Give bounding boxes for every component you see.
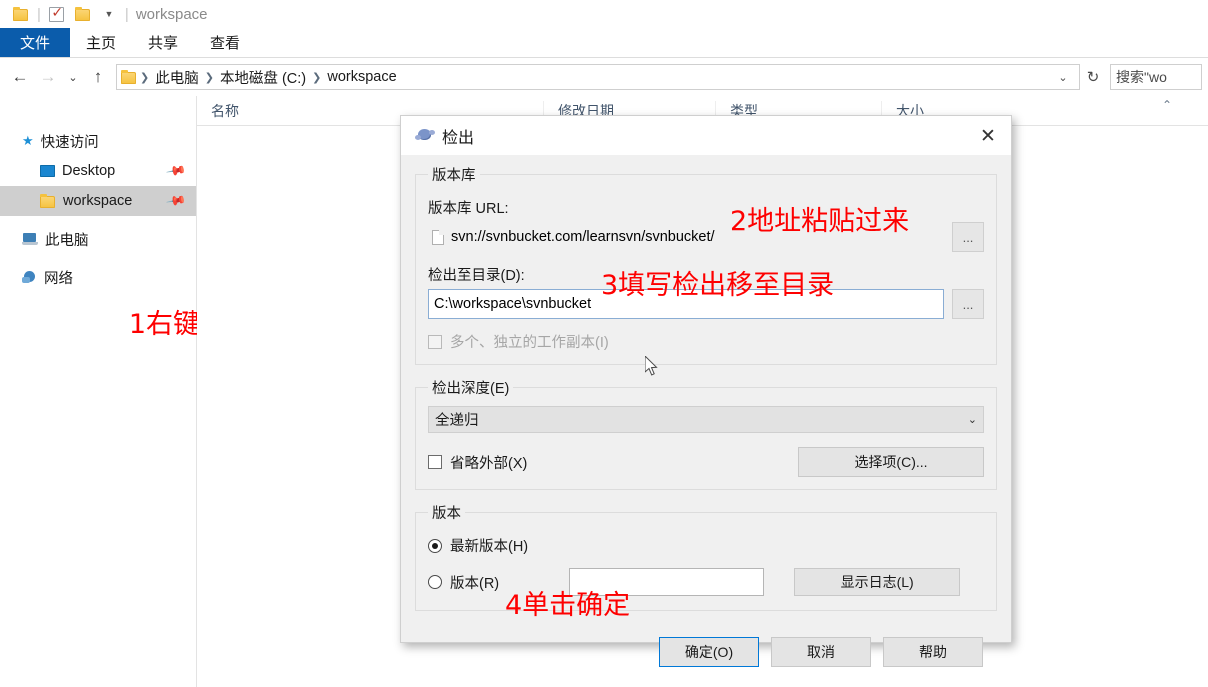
revision-group: 版本 最新版本(H) 版本(R) 显示日志(L) (415, 502, 997, 611)
tab-home[interactable]: 主页 (70, 28, 132, 57)
sidebar-label-this-pc: 此电脑 (45, 232, 89, 249)
address-bar-row: ← → ⌄ ↑ ❯ 此电脑 ❯ 本地磁盘 (C:) ❯ workspace ⌄ … (0, 58, 1208, 96)
dir-browse-button[interactable]: ... (952, 289, 984, 319)
help-button[interactable]: 帮助 (883, 637, 983, 667)
pin-icon[interactable]: 📌 (165, 190, 187, 212)
depth-options-row: 省略外部(X) 选择项(C)... (428, 447, 984, 477)
breadcrumb-workspace[interactable]: workspace (324, 69, 399, 85)
annotation-2: 2地址粘贴过来 (730, 206, 910, 237)
page-icon (432, 229, 444, 245)
repository-group: 版本库 版本库 URL: svn://svnbucket.com/learnsv… (415, 164, 997, 365)
multiple-wc-row[interactable]: 多个、独立的工作副本(I) (428, 331, 984, 352)
address-folder-icon (121, 70, 137, 84)
breadcrumb-sep-1: ❯ (204, 71, 214, 84)
dialog-footer: 确定(O) 取消 帮助 (415, 623, 997, 667)
multiple-wc-label: 多个、独立的工作副本(I) (450, 335, 609, 351)
sidebar-item-network[interactable]: 网络 (0, 262, 196, 292)
depth-value: 全递归 (435, 413, 479, 429)
dialog-title: 检出 (442, 129, 475, 147)
annotation-4: 4单击确定 (505, 590, 631, 621)
tortoisesvn-turtle-icon (415, 127, 435, 144)
file-explorer-window: | ▼ | workspace 文件 主页 共享 查看 ← → ⌄ ↑ ❯ 此电… (0, 0, 1208, 687)
tab-view[interactable]: 查看 (194, 28, 256, 57)
up-icon[interactable]: ↑ (84, 62, 112, 92)
window-title: workspace (135, 5, 208, 23)
head-revision-label: 最新版本(H) (450, 539, 529, 555)
address-dropdown-icon[interactable]: ⌄ (1051, 71, 1075, 84)
navigation-pane: ★ 快速访问 Desktop 📌 workspace 📌 此电脑 网络 (0, 96, 308, 687)
dialog-title-bar[interactable]: 检出 ✕ (401, 116, 1011, 156)
depth-group: 检出深度(E) 全递归 ⌄ 省略外部(X) 选择项(C)... (415, 377, 997, 490)
star-icon: ★ (22, 133, 34, 148)
repository-group-legend: 版本库 (432, 168, 476, 184)
network-icon (22, 270, 37, 284)
document-check-icon[interactable] (44, 1, 70, 27)
sidebar-item-this-pc[interactable]: 此电脑 (0, 224, 196, 254)
omit-externals-checkbox[interactable] (428, 455, 442, 469)
recent-locations-icon[interactable]: ⌄ (62, 62, 84, 92)
omit-externals-row[interactable]: 省略外部(X) (428, 452, 527, 473)
annotation-3: 3填写检出移至目录 (601, 270, 835, 301)
sidebar-item-workspace[interactable]: workspace 📌 (0, 186, 196, 216)
show-log-button[interactable]: 显示日志(L) (794, 568, 961, 596)
folder-icon (40, 194, 56, 208)
chevron-down-icon: ⌄ (967, 414, 977, 426)
title-separator: | (37, 5, 41, 23)
dialog-body: 版本库 版本库 URL: svn://svnbucket.com/learnsv… (401, 156, 1011, 667)
multiple-wc-checkbox[interactable] (428, 334, 442, 349)
sidebar-label-network: 网络 (44, 270, 73, 287)
breadcrumb-local-disk[interactable]: 本地磁盘 (C:) (217, 67, 309, 88)
depth-group-legend: 检出深度(E) (432, 381, 510, 397)
options-button[interactable]: 选择项(C)... (798, 447, 984, 477)
depth-select[interactable]: 全递归 ⌄ (428, 406, 984, 433)
computer-icon (22, 233, 38, 245)
head-revision-row[interactable]: 最新版本(H) (428, 535, 984, 556)
title-bar: | ▼ | workspace (0, 0, 1208, 28)
quick-access-folder2-icon[interactable] (70, 1, 96, 27)
ok-button[interactable]: 确定(O) (659, 637, 759, 667)
specific-revision-label: 版本(R) (450, 575, 500, 592)
revision-group-legend: 版本 (432, 506, 461, 522)
breadcrumb-this-pc[interactable]: 此电脑 (152, 67, 202, 88)
specific-revision-radio[interactable] (428, 575, 442, 589)
title-separator-2: | (124, 5, 129, 23)
checkout-dialog: 检出 ✕ 版本库 版本库 URL: svn://svnbucket.com/le… (400, 115, 1012, 667)
breadcrumb-sep-2: ❯ (312, 71, 322, 84)
close-icon[interactable]: ✕ (965, 116, 1011, 156)
tab-share[interactable]: 共享 (132, 28, 194, 57)
sidebar-label-quick-access: 快速访问 (40, 134, 99, 151)
chevron-down-icon[interactable]: ▼ (96, 1, 122, 27)
pin-icon[interactable]: 📌 (165, 160, 187, 182)
search-input[interactable]: 搜索"wo (1110, 64, 1202, 90)
breadcrumb-sep-0: ❯ (140, 71, 150, 84)
url-value: svn://svnbucket.com/learnsvn/svnbucket/ (451, 229, 715, 245)
cancel-button[interactable]: 取消 (771, 637, 871, 667)
chevron-up-icon[interactable]: ⌃ (1162, 98, 1172, 112)
back-icon[interactable]: ← (6, 62, 34, 92)
url-browse-button[interactable]: ... (952, 222, 984, 252)
omit-externals-label: 省略外部(X) (450, 455, 528, 472)
tab-file[interactable]: 文件 (0, 28, 70, 57)
sidebar-item-quick-access[interactable]: ★ 快速访问 (0, 126, 196, 156)
forward-icon[interactable]: → (34, 62, 62, 92)
refresh-icon[interactable]: ↻ (1080, 68, 1106, 86)
sidebar-label-workspace: workspace (63, 193, 133, 209)
sidebar-item-desktop[interactable]: Desktop 📌 (0, 156, 196, 186)
address-bar[interactable]: ❯ 此电脑 ❯ 本地磁盘 (C:) ❯ workspace ⌄ (116, 64, 1080, 90)
sidebar-label-desktop: Desktop (62, 163, 116, 179)
head-revision-radio[interactable] (428, 538, 442, 553)
quick-access-folder-icon[interactable] (8, 1, 34, 27)
ribbon-tabs: 文件 主页 共享 查看 (0, 28, 1208, 58)
desktop-icon (40, 165, 55, 177)
